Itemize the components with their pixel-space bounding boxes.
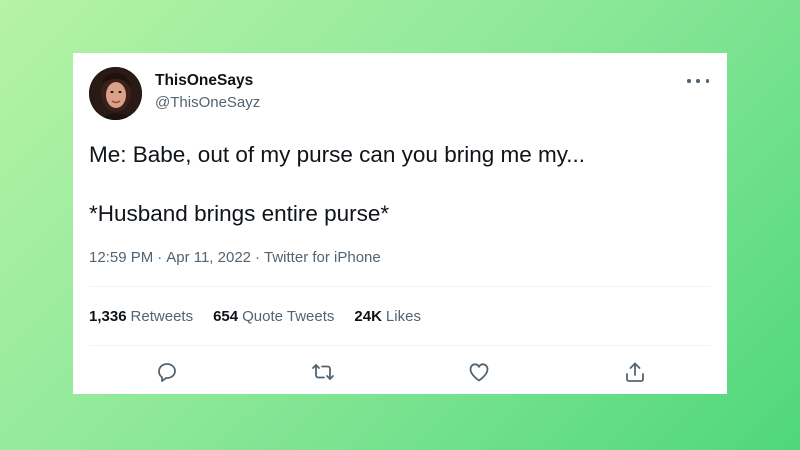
retweets-label: Retweets <box>130 308 194 325</box>
heart-icon[interactable] <box>467 360 491 384</box>
tweet-card: ThisOneSays @ThisOneSayz Me: Babe, out o… <box>73 53 727 394</box>
reply-icon[interactable] <box>155 360 179 384</box>
user-handle[interactable]: @ThisOneSayz <box>155 94 260 111</box>
tweet-text-line-1: Me: Babe, out of my purse can you bring … <box>89 142 586 167</box>
tweet-source[interactable]: Twitter for iPhone <box>264 249 381 266</box>
tweet-text-line-2: *Husband brings entire purse* <box>89 201 390 226</box>
likes-stat[interactable]: 24K Likes <box>354 308 421 325</box>
tweet-stats: 1,336 Retweets 654 Quote Tweets 24K Likes <box>89 308 421 325</box>
retweet-icon[interactable] <box>311 360 335 384</box>
quote-tweets-label: Quote Tweets <box>242 308 335 325</box>
tweet-actions <box>73 357 727 387</box>
tweet-date[interactable]: Apr 11, 2022 <box>166 249 251 266</box>
more-horizontal-icon[interactable] <box>687 75 709 87</box>
tweet-time[interactable]: 12:59 PM <box>89 249 153 266</box>
quote-tweets-stat[interactable]: 654 Quote Tweets <box>213 308 334 325</box>
divider <box>89 345 711 346</box>
retweets-stat[interactable]: 1,336 Retweets <box>89 308 193 325</box>
meta-separator: · <box>157 249 163 266</box>
retweets-count: 1,336 <box>89 308 127 325</box>
tweet-meta: 12:59 PM · Apr 11, 2022 · Twitter for iPhone <box>89 249 381 266</box>
share-icon[interactable] <box>623 360 647 384</box>
avatar[interactable] <box>89 67 142 120</box>
divider <box>89 286 711 287</box>
display-name[interactable]: ThisOneSays <box>155 72 253 90</box>
likes-count: 24K <box>354 308 382 325</box>
avatar-image <box>89 67 142 120</box>
likes-label: Likes <box>385 308 421 325</box>
meta-separator: · <box>255 249 261 266</box>
quote-tweets-count: 654 <box>213 308 239 325</box>
